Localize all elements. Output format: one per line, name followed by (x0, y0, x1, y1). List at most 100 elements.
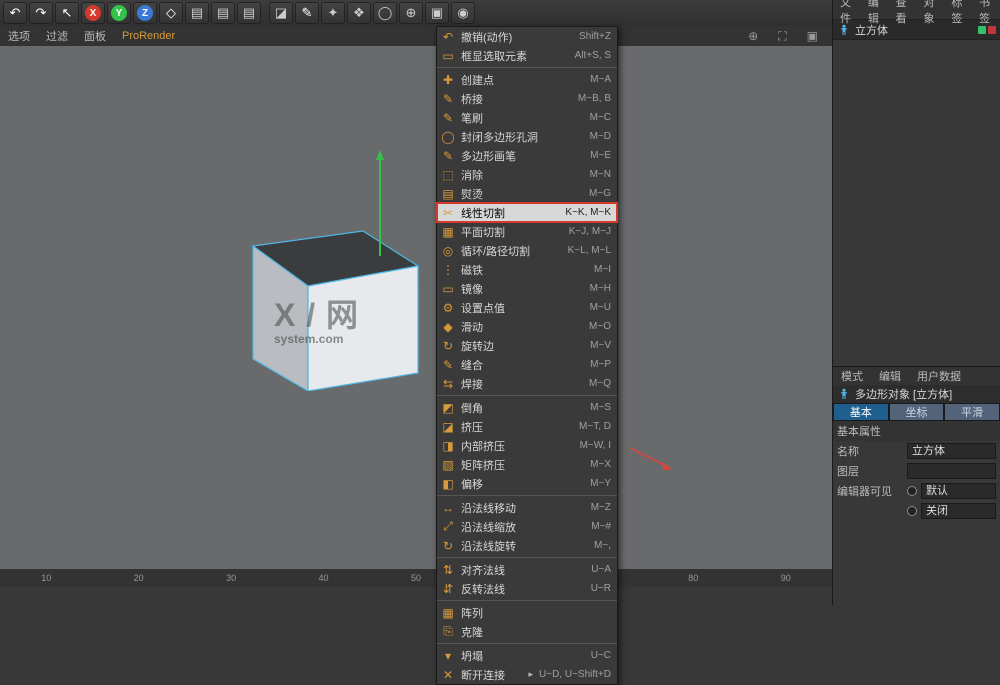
menu-item[interactable]: ✚创建点M~A (437, 70, 617, 89)
attr-label: 名称 (837, 443, 907, 459)
menu-icon: ◨ (437, 436, 459, 455)
select-button[interactable]: ↖ (55, 2, 79, 24)
panel-tab[interactable]: 查看 (889, 0, 917, 26)
menu-item[interactable]: ✎笔刷M~C (437, 108, 617, 127)
menu-item[interactable]: ↔沿法线移动M~Z (437, 498, 617, 517)
menu-item[interactable]: ✎桥接M~B, B (437, 89, 617, 108)
menu-item[interactable]: ◯封闭多边形孔洞M~D (437, 127, 617, 146)
menu-item[interactable]: ↻旋转边M~V (437, 336, 617, 355)
menu-item[interactable]: ◪挤压M~T, D (437, 417, 617, 436)
clapper2-button[interactable]: ▤ (211, 2, 235, 24)
menu-shortcut: M~P (584, 359, 611, 370)
menu-item[interactable]: ✕断开连接▸U~D, U~Shift+D (437, 665, 617, 684)
deformer-button[interactable]: ✦ (321, 2, 345, 24)
menu-item[interactable]: ▤熨烫M~G (437, 184, 617, 203)
panel-tab[interactable]: 书签 (972, 0, 1000, 26)
menu-options[interactable]: 选项 (0, 28, 38, 44)
attr-tab[interactable]: 模式 (833, 368, 871, 384)
menu-item[interactable]: ⬚消除M~N (437, 165, 617, 184)
menu-item[interactable]: ◆滑动M~O (437, 317, 617, 336)
menu-panel[interactable]: 面板 (76, 28, 114, 44)
attr-value[interactable]: 默认 (921, 483, 996, 499)
menu-item[interactable]: ✎多边形画笔M~E (437, 146, 617, 165)
menu-prorender[interactable]: ProRender (114, 30, 183, 42)
menu-label: 封闭多边形孔洞 (459, 129, 584, 145)
menu-icon: ▭ (437, 279, 459, 298)
brush-button[interactable]: ✎ (295, 2, 319, 24)
clapper1-button[interactable]: ▤ (185, 2, 209, 24)
menu-shortcut: M~V (584, 340, 611, 351)
grid-icon[interactable]: ⛶ (770, 29, 794, 44)
visibility-dot[interactable] (978, 26, 986, 34)
spline-button[interactable]: ◯ (373, 2, 397, 24)
menu-item[interactable]: ◎循环/路径切割K~L, M~L (437, 241, 617, 260)
attr-subtab[interactable]: 坐标 (889, 403, 945, 421)
menu-icon: ↻ (437, 536, 459, 555)
menu-filter[interactable]: 过滤 (38, 28, 76, 44)
menu-item[interactable]: ↶撤销(动作)Shift+Z (437, 27, 617, 46)
menu-shortcut: K~J, M~J (563, 226, 611, 237)
attr-tab[interactable]: 编辑 (871, 368, 909, 384)
attr-row: 图层 (833, 461, 1000, 481)
menu-item[interactable]: ✎缝合M~P (437, 355, 617, 374)
menu-item[interactable]: ◧偏移M~Y (437, 474, 617, 493)
attr-tabs: 模式编辑用户数据 (833, 367, 1000, 385)
menu-item[interactable]: ▦阵列 (437, 603, 617, 622)
axis-z-button[interactable]: Z (133, 2, 157, 24)
menu-item[interactable]: ⤢沿法线缩放M~# (437, 517, 617, 536)
view-icon[interactable]: ▣ (799, 29, 826, 44)
menu-item[interactable]: ◨内部挤压M~W, I (437, 436, 617, 455)
attr-value[interactable]: 立方体 (907, 443, 996, 459)
menu-shortcut: M~U (584, 302, 611, 313)
menu-item[interactable]: ⚙设置点值M~U (437, 298, 617, 317)
globe-button[interactable]: ⊕ (399, 2, 423, 24)
attr-tab[interactable]: 用户数据 (909, 368, 969, 384)
menu-item[interactable]: ⇅对齐法线U~A (437, 560, 617, 579)
menu-item[interactable]: ↻沿法线旋转M~, (437, 536, 617, 555)
menu-item[interactable]: ▭镜像M~H (437, 279, 617, 298)
menu-item[interactable]: ⎘克隆 (437, 622, 617, 641)
light-button[interactable]: ◉ (451, 2, 475, 24)
effector-button[interactable]: ❖ (347, 2, 371, 24)
menu-item[interactable]: ◩倒角M~S (437, 398, 617, 417)
radio-icon[interactable] (907, 486, 917, 496)
menu-item[interactable]: ▦平面切割K~J, M~J (437, 222, 617, 241)
clapper3-button[interactable]: ▤ (237, 2, 261, 24)
axis-x-button[interactable]: X (81, 2, 105, 24)
watermark: X / 网 system.com (274, 290, 359, 346)
panel-tab[interactable]: 对象 (916, 0, 944, 26)
timeline-ruler[interactable]: 102030405060708090 (0, 569, 832, 587)
attr-value[interactable]: 关闭 (921, 503, 996, 519)
attr-value[interactable] (907, 463, 996, 479)
viewport[interactable]: X / 网 system.com 102030405060708090 (0, 46, 832, 587)
attr-subtab[interactable]: 基本 (833, 403, 889, 421)
menu-label: 克隆 (459, 624, 605, 640)
menu-item[interactable]: ▾坍塌U~C (437, 646, 617, 665)
svg-text:Z: Z (142, 8, 148, 19)
prim-cube-button[interactable]: ◪ (269, 2, 293, 24)
menu-item[interactable]: ⋮磁铁M~I (437, 260, 617, 279)
camera-button[interactable]: ▣ (425, 2, 449, 24)
camera-icon[interactable]: ⊕ (740, 29, 766, 44)
menu-shortcut: M~E (584, 150, 611, 161)
radio-icon[interactable] (907, 506, 917, 516)
menu-label: 沿法线旋转 (459, 538, 588, 554)
menu-item[interactable]: ✂线性切割K~K, M~K (437, 203, 617, 222)
object-name[interactable]: 立方体 (855, 22, 888, 38)
menu-label: 焊接 (459, 376, 583, 392)
panel-tab[interactable]: 标签 (944, 0, 972, 26)
menu-item[interactable]: ⇆焊接M~Q (437, 374, 617, 393)
visibility-dots[interactable] (978, 26, 996, 34)
redo-button[interactable]: ↷ (29, 2, 53, 24)
attr-subtab[interactable]: 平滑 (944, 403, 1000, 421)
visibility-dot[interactable] (988, 26, 996, 34)
coord-button[interactable]: ◇ (159, 2, 183, 24)
menu-item[interactable]: ▭框显选取元素Alt+S, S (437, 46, 617, 65)
menu-item[interactable]: ⇵反转法线U~R (437, 579, 617, 598)
menu-item[interactable]: ▧矩阵挤压M~X (437, 455, 617, 474)
axis-y-button[interactable]: Y (107, 2, 131, 24)
menu-icon: ⚙ (437, 298, 459, 317)
menu-label: 坍塌 (459, 648, 585, 664)
undo-button[interactable]: ↶ (3, 2, 27, 24)
menu-icon: ✎ (437, 146, 459, 165)
